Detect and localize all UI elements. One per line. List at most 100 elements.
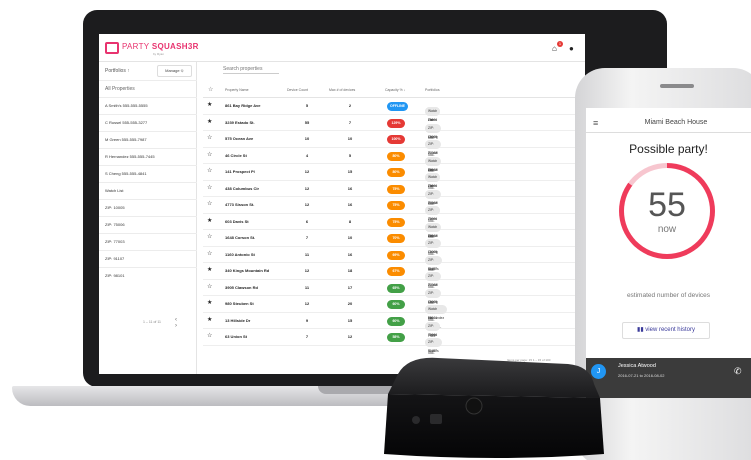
table-row[interactable]: ★980 Steuben St122060%R Hernandez 555-55… bbox=[203, 296, 585, 338]
star-outline-icon[interactable]: ☆ bbox=[207, 200, 212, 207]
star-outline-icon[interactable]: ☆ bbox=[207, 332, 212, 339]
phone-screen: ≡ Miami Beach House Possible party! 55 n… bbox=[586, 108, 751, 398]
table-row[interactable]: ☆141 Prospect Pl121580%M Green 555-555-7… bbox=[203, 164, 585, 215]
star-filled-icon[interactable]: ★ bbox=[207, 217, 212, 224]
table-row[interactable]: ☆1648 Corson St.71070%S Cheng 555-555-48… bbox=[203, 230, 585, 281]
star-filled-icon[interactable]: ★ bbox=[207, 316, 212, 323]
menu-icon[interactable]: ≡ bbox=[593, 118, 598, 128]
star-outline-icon[interactable]: ☆ bbox=[207, 250, 212, 257]
max-devices-cell: 17 bbox=[347, 284, 353, 290]
star-outline-icon[interactable]: ☆ bbox=[207, 151, 212, 158]
device-count-cell: 11 bbox=[304, 251, 310, 257]
table-row[interactable]: ☆4773 Sisson St.121675%M Green 555-555-7… bbox=[203, 197, 585, 248]
device-count-ring: 55 now bbox=[619, 163, 715, 259]
device-count-cell: 7 bbox=[305, 235, 309, 240]
sensor-device-image bbox=[378, 354, 610, 460]
max-devices-cell: 15 bbox=[347, 317, 353, 323]
table-row[interactable]: ★13 Hillside Dr91560%M Green 555-555-798… bbox=[203, 313, 585, 364]
header-capacity[interactable]: Capacity % ↓ bbox=[385, 88, 405, 92]
manage-button[interactable]: Manage ⛗ bbox=[157, 65, 192, 77]
capacity-badge: 60% bbox=[387, 300, 405, 309]
max-devices-cell: 7 bbox=[348, 119, 352, 125]
header-max-devices[interactable]: Max # of devices bbox=[329, 88, 355, 92]
sidebar-item[interactable]: ZIP: 98101 bbox=[99, 267, 197, 284]
property-name: 63 Union St bbox=[225, 334, 248, 339]
app-header: PARTY SQUASH3R by Ryan ⌂ 1 ● bbox=[99, 34, 585, 62]
property-name: 861 Bay Ridge Ave bbox=[225, 103, 261, 108]
sidebar-item[interactable]: A Smith's 555-555-5555 bbox=[99, 97, 197, 114]
sidebar-item[interactable]: ZIP: 91107 bbox=[99, 250, 197, 267]
table-row[interactable]: ★861 Bay Ridge Ave52OFFLINEM Green 555-5… bbox=[203, 98, 585, 149]
phone-call-icon[interactable]: ✆ bbox=[734, 366, 742, 377]
header-device-count[interactable]: Device Count bbox=[287, 88, 308, 92]
star-outline-icon[interactable]: ☆ bbox=[207, 167, 212, 174]
sidebar-item[interactable]: Watch List bbox=[99, 182, 197, 199]
table-row[interactable]: ☆1160 Antonio St111669%A Smith's 555-555… bbox=[203, 247, 585, 298]
star-filled-icon[interactable]: ★ bbox=[207, 101, 212, 108]
device-port bbox=[412, 416, 420, 424]
star-filled-icon[interactable]: ★ bbox=[207, 266, 212, 273]
header-property[interactable]: Property Name bbox=[225, 88, 249, 92]
property-name: 1160 Antonio St bbox=[225, 251, 255, 257]
device-port bbox=[430, 414, 442, 424]
device-count-cell: 11 bbox=[304, 284, 310, 290]
contact-dates: 2016-07-21 to 2016-08-02 bbox=[618, 373, 665, 378]
device-count-cell: 5 bbox=[305, 103, 309, 108]
table-row[interactable]: ☆438 Columbus Cir121675%C Russel 555-555… bbox=[203, 181, 585, 232]
sidebar-item[interactable]: ZIP: 10005 bbox=[99, 199, 197, 216]
property-name: 46 Circle St bbox=[225, 152, 247, 158]
max-devices-cell: 15 bbox=[347, 169, 353, 174]
max-devices-cell: 2 bbox=[348, 103, 352, 108]
portfolios-title[interactable]: Portfolios ↑ bbox=[105, 68, 130, 74]
max-devices-cell: 12 bbox=[347, 334, 353, 339]
sidebar-item[interactable]: All Properties bbox=[99, 80, 197, 97]
star-header-icon[interactable]: ☆ bbox=[208, 86, 213, 93]
sidebar-item[interactable]: R Hernandez 555-555-7445 bbox=[99, 148, 197, 165]
star-outline-icon[interactable]: ☆ bbox=[207, 283, 212, 290]
star-filled-icon[interactable]: ★ bbox=[207, 118, 212, 125]
star-filled-icon[interactable]: ★ bbox=[207, 299, 212, 306]
device-count-cell: 4 bbox=[305, 152, 309, 158]
notification-icon[interactable]: ⌂ bbox=[552, 44, 557, 53]
star-outline-icon[interactable]: ☆ bbox=[207, 134, 212, 141]
sidebar-item[interactable]: ZIP: 77003 bbox=[99, 233, 197, 250]
sidebar-item[interactable]: ZIP: 75006 bbox=[99, 216, 197, 233]
sidebar-item[interactable]: M Green 555-555-7987 bbox=[99, 131, 197, 148]
brand-logo[interactable]: PARTY SQUASH3R bbox=[122, 42, 199, 51]
property-name: 603 Davis St bbox=[225, 218, 249, 224]
portfolio-list: All Properties A Smith's 555-555-5555 C Ru… bbox=[99, 80, 197, 284]
portfolio-chip[interactable]: ZIP: 91107 bbox=[425, 338, 440, 353]
capacity-badge: 75% bbox=[387, 201, 405, 210]
table-row[interactable]: ★340 Kings Mountain Rd121867%C Russel 55… bbox=[203, 263, 585, 314]
sidebar-item[interactable]: S Cheng 555-555-4841 bbox=[99, 165, 197, 182]
view-history-button[interactable]: ▮▮ view recent history bbox=[622, 322, 710, 339]
property-name: 141 Prospect Pl bbox=[225, 169, 255, 174]
table-row[interactable]: ★603 Davis St6875%C Russel 555-555-3277Z… bbox=[203, 214, 585, 265]
properties-table: ☆ Property Name Device Count Max # of de… bbox=[203, 84, 585, 371]
table-row[interactable]: ☆63 Union St71258%A Smith's 555-555-5555… bbox=[203, 329, 585, 371]
account-icon[interactable]: ● bbox=[569, 44, 574, 53]
search-input[interactable]: Search properties bbox=[223, 66, 279, 74]
header-portfolios[interactable]: Portfolios bbox=[425, 88, 440, 92]
table-body: ★861 Bay Ridge Ave52OFFLINEM Green 555-5… bbox=[203, 98, 585, 371]
property-name: 340 Kings Mountain Rd bbox=[225, 268, 270, 273]
table-row[interactable]: ☆3905 Clawson Rd111765%S Cheng 555-555-4… bbox=[203, 280, 585, 331]
capacity-badge: 129% bbox=[387, 118, 405, 128]
table-row[interactable]: ☆46 Circle St4580%C Russel 555-555-3277Z… bbox=[203, 148, 585, 199]
table-row[interactable]: ☆575 Ocean Ave1010100%C Russel 555-555-3… bbox=[203, 131, 585, 182]
sidebar-item[interactable]: C Russel 555-555-3277 bbox=[99, 114, 197, 131]
contact-bar[interactable]: J Jessica Atwood 2016-07-21 to 2016-08-0… bbox=[586, 358, 751, 398]
star-outline-icon[interactable]: ☆ bbox=[207, 233, 212, 240]
star-outline-icon[interactable]: ☆ bbox=[207, 184, 212, 191]
capacity-badge: 80% bbox=[387, 168, 405, 177]
contact-name: Jessica Atwood bbox=[618, 363, 656, 369]
max-devices-cell: 20 bbox=[347, 301, 353, 306]
portfolio-sidebar: Portfolios ↑ Manage ⛗ All Properties A Sm… bbox=[99, 62, 197, 374]
ring-inner: 55 now bbox=[624, 168, 710, 254]
device-count-cell: 12 bbox=[304, 202, 310, 207]
capacity-badge: 69% bbox=[387, 250, 405, 260]
table-row[interactable]: ★3239 Estado St.557129%S Cheng 555-555-4… bbox=[203, 115, 585, 166]
capacity-badge: 75% bbox=[387, 217, 405, 227]
sidebar-pager-arrows[interactable]: ‹ › bbox=[175, 317, 196, 329]
property-name: 3905 Clawson Rd bbox=[225, 284, 258, 290]
